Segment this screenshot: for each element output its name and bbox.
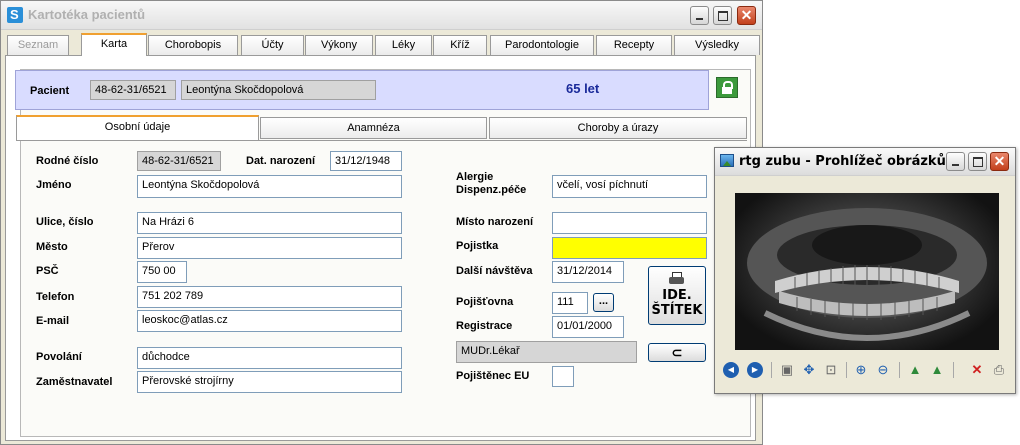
dalsi-navsteva-field[interactable]: 31/12/2014: [552, 261, 624, 283]
viewer-maximize-button[interactable]: [968, 152, 987, 171]
mesto-field[interactable]: Přerov: [137, 237, 402, 259]
lock-icon[interactable]: [716, 77, 738, 98]
subtab-osobni-udaje[interactable]: Osobní údaje: [16, 115, 259, 141]
dental-xray-image[interactable]: [735, 193, 999, 350]
tab-vykony[interactable]: Výkony: [305, 35, 373, 55]
printer-icon: [669, 272, 685, 285]
tab-chorobopis[interactable]: Chorobopis: [148, 35, 238, 55]
close-button[interactable]: ✕: [737, 6, 756, 25]
minimize-button[interactable]: [690, 6, 709, 25]
psc-label: PSČ: [36, 265, 59, 277]
main-tab-strip: Seznam Karta Chorobopis Účty Výkony Léky…: [5, 33, 760, 56]
tab-seznam[interactable]: Seznam: [7, 35, 69, 55]
jmeno-label: Jméno: [36, 179, 72, 191]
tab-kriz[interactable]: Kříž: [433, 35, 487, 55]
toolbar-separator: [771, 362, 772, 378]
toolbar-separator: [953, 362, 954, 378]
next-icon[interactable]: ▶: [747, 362, 763, 378]
email-label: E-mail: [36, 315, 70, 327]
jmeno-field[interactable]: Leontýna Skočdopolová: [137, 175, 402, 198]
pojistenec-eu-label: Pojištěnec EU: [456, 370, 530, 382]
patient-age: 65 let: [566, 81, 600, 96]
telefon-label: Telefon: [36, 291, 75, 303]
pojistenec-eu-checkbox[interactable]: [552, 366, 574, 387]
move-icon[interactable]: ✥: [801, 362, 817, 378]
misto-narozeni-field[interactable]: [552, 212, 707, 234]
tab-vysledky[interactable]: Výsledky: [674, 35, 760, 55]
tab-leky[interactable]: Léky: [375, 35, 432, 55]
ide-label-line1: IDE.: [662, 288, 692, 303]
rotate-right-icon[interactable]: ▲: [929, 362, 945, 378]
previous-icon[interactable]: ◀: [723, 362, 739, 378]
back-button[interactable]: ⊂: [648, 343, 706, 362]
toolbar-separator: [899, 362, 900, 378]
dalsi-navsteva-label: Další návštěva: [456, 265, 533, 277]
viewer-close-button[interactable]: ✕: [990, 152, 1009, 171]
toolbar-separator: [846, 362, 847, 378]
alergie-label: Alergie: [456, 171, 494, 183]
image-viewer-window: rtg zubu - Prohlížeč obrázků ... ✕ ◀ ▶ ▣…: [714, 147, 1016, 394]
xray-illustration: [747, 208, 987, 341]
fit-icon[interactable]: ▣: [779, 362, 795, 378]
tab-recepty[interactable]: Recepty: [596, 35, 672, 55]
zoom-out-icon[interactable]: ⊖: [875, 362, 891, 378]
pojistka-field[interactable]: [552, 237, 707, 259]
viewer-title-bar[interactable]: rtg zubu - Prohlížeč obrázků ... ✕: [715, 148, 1015, 176]
viewer-minimize-button[interactable]: [946, 152, 965, 171]
dat-narozeni-label: Dat. narození: [246, 155, 316, 167]
actual-size-icon[interactable]: ⊡: [823, 362, 839, 378]
registrace-label: Registrace: [456, 320, 513, 332]
app-icon: [7, 7, 23, 23]
pojistovna-field[interactable]: 111: [552, 292, 588, 314]
telefon-field[interactable]: 751 202 789: [137, 286, 402, 308]
patient-name-field: Leontýna Skočdopolová: [181, 80, 376, 100]
misto-narozeni-label: Místo narození: [456, 216, 534, 228]
viewer-toolbar: ◀ ▶ ▣ ✥ ⊡ ⊕ ⊖ ▲ ▲ ✕ ⎙: [719, 359, 1011, 381]
rotate-left-icon[interactable]: ▲: [907, 362, 923, 378]
pojistovna-lookup-button[interactable]: ...: [593, 293, 614, 312]
print-icon[interactable]: ⎙: [991, 362, 1007, 378]
picture-icon: [720, 154, 734, 167]
pojistovna-label: Pojišťovna: [456, 296, 514, 308]
email-field[interactable]: leoskoc@atlas.cz: [137, 310, 402, 332]
alergie-field[interactable]: včelí, vosí píchnutí: [552, 175, 707, 198]
registrace-field[interactable]: 01/01/2000: [552, 316, 624, 338]
povolani-label: Povolání: [36, 351, 82, 363]
ulice-field[interactable]: Na Hrázi 6: [137, 212, 402, 234]
dispenz-pece-label: Dispenz.péče: [456, 184, 527, 196]
patient-label: Pacient: [30, 85, 70, 97]
print-label-button[interactable]: IDE. ŠTÍTEK: [648, 266, 706, 325]
window-title: Kartotéka pacientů: [28, 7, 146, 22]
ulice-label: Ulice, číslo: [36, 216, 94, 228]
subtab-anamneza[interactable]: Anamnéza: [260, 117, 487, 139]
pojistka-label: Pojistka: [456, 240, 499, 252]
tab-karta[interactable]: Karta: [81, 33, 147, 56]
rodne-cislo-label: Rodné číslo: [36, 155, 99, 167]
lekar-field: MUDr.Lékař: [456, 341, 637, 363]
zoom-in-icon[interactable]: ⊕: [853, 362, 869, 378]
zamestnavatel-label: Zaměstnavatel: [36, 376, 113, 388]
povolani-field[interactable]: důchodce: [137, 347, 402, 369]
psc-field[interactable]: 750 00: [137, 261, 187, 283]
title-bar[interactable]: Kartotéka pacientů ✕: [1, 1, 762, 30]
tab-ucty[interactable]: Účty: [241, 35, 304, 55]
dat-narozeni-field[interactable]: 31/12/1948: [330, 151, 402, 171]
subtab-choroby-a-urazy[interactable]: Choroby a úrazy: [489, 117, 747, 139]
viewer-title: rtg zubu - Prohlížeč obrázků ...: [739, 154, 966, 169]
delete-icon[interactable]: ✕: [969, 362, 985, 378]
patient-id-field: 48-62-31/6521: [90, 80, 176, 100]
zamestnavatel-field[interactable]: Přerovské strojírny: [137, 371, 402, 393]
mesto-label: Město: [36, 241, 68, 253]
maximize-button[interactable]: [713, 6, 732, 25]
ide-label-line2: ŠTÍTEK: [651, 303, 703, 318]
tab-parodontologie[interactable]: Parodontologie: [490, 35, 594, 55]
rodne-cislo-field: 48-62-31/6521: [137, 151, 221, 171]
